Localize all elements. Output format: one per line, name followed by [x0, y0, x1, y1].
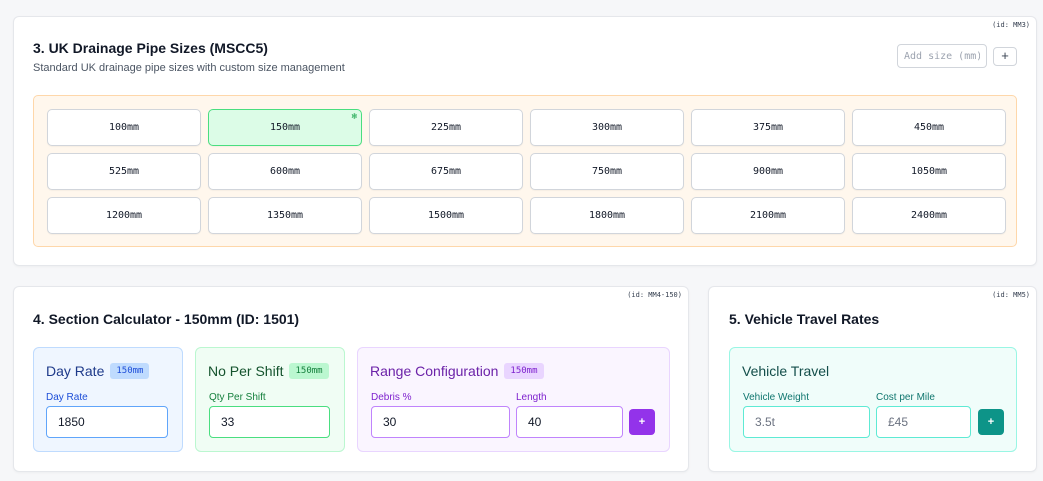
- pipe-size-label: 675mm: [430, 166, 462, 177]
- pipe-size-label: 1200mm: [105, 210, 143, 221]
- day-rate-label: Day Rate: [46, 392, 88, 403]
- cost-per-mile-label: Cost per Mile: [876, 392, 935, 403]
- pipe-size-button[interactable]: 100mm: [47, 109, 201, 146]
- vehicle-travel-panel-title: Vehicle Travel: [742, 363, 830, 379]
- day-rate-panel-title: Day Rate: [46, 363, 105, 379]
- pipe-size-label: 1350mm: [266, 210, 304, 221]
- qty-per-shift-label: Qty Per Shift: [209, 392, 266, 403]
- no-per-shift-panel-title: No Per Shift: [208, 363, 284, 379]
- size-badge: 150mm: [289, 363, 329, 379]
- pipe-size-button[interactable]: 750mm: [530, 153, 684, 190]
- pipe-size-label: 100mm: [108, 122, 140, 133]
- debris-label: Debris %: [371, 392, 412, 403]
- pipe-size-label: 525mm: [108, 166, 140, 177]
- pipe-size-label: 750mm: [591, 166, 623, 177]
- pipe-sizes-card: (id: MM3) 3. UK Drainage Pipe Sizes (MSC…: [13, 16, 1037, 266]
- add-vehicle-button[interactable]: +: [978, 409, 1004, 435]
- length-input[interactable]: [516, 406, 623, 438]
- pipe-size-button[interactable]: 900mm: [691, 153, 845, 190]
- range-configuration-panel: Range Configuration 150mm Debris % Lengt…: [357, 347, 670, 452]
- debris-input[interactable]: [371, 406, 510, 438]
- section-calculator-title: 4. Section Calculator - 150mm (ID: 1501): [33, 311, 300, 327]
- pipe-size-button[interactable]: 1350mm: [208, 197, 362, 234]
- qty-per-shift-input[interactable]: [209, 406, 330, 438]
- vehicle-weight-label: Vehicle Weight: [743, 392, 809, 403]
- pipe-size-button[interactable]: 1200mm: [47, 197, 201, 234]
- pipe-size-button[interactable]: 300mm: [530, 109, 684, 146]
- pipe-size-grid: 100mm 150mm ❄ 225mm 300mm 375mm 450mm 525mm 600m…: [47, 109, 1006, 234]
- pipe-size-label: 375mm: [752, 122, 784, 133]
- pipe-size-label: 150mm: [269, 122, 301, 133]
- pipe-size-button[interactable]: 1800mm: [530, 197, 684, 234]
- pipe-size-label: 900mm: [752, 166, 784, 177]
- pipe-size-button[interactable]: 1500mm: [369, 197, 523, 234]
- cost-per-mile-input[interactable]: [876, 406, 971, 438]
- vehicle-travel-title: 5. Vehicle Travel Rates: [729, 311, 880, 327]
- pipe-size-label: 2400mm: [910, 210, 948, 221]
- pipe-size-button[interactable]: 2100mm: [691, 197, 845, 234]
- size-badge: 150mm: [504, 363, 544, 379]
- pipe-size-label: 1500mm: [427, 210, 465, 221]
- size-badge: 150mm: [110, 363, 150, 379]
- pipe-size-button[interactable]: 450mm: [852, 109, 1006, 146]
- pipe-size-label: 1050mm: [910, 166, 948, 177]
- day-rate-panel: Day Rate 150mm Day Rate: [33, 347, 183, 452]
- vehicle-weight-input[interactable]: [743, 406, 870, 438]
- vehicle-travel-panel: Vehicle Travel Vehicle Weight Cost per M…: [729, 347, 1017, 452]
- card-id-label: (id: MM3): [992, 21, 1030, 29]
- section-calculator-card: (id: MM4-150) 4. Section Calculator - 15…: [13, 286, 689, 472]
- length-label: Length: [516, 392, 547, 403]
- pipe-size-label: 225mm: [430, 122, 462, 133]
- no-per-shift-panel: No Per Shift 150mm Qty Per Shift: [195, 347, 345, 452]
- pipe-size-button[interactable]: 375mm: [691, 109, 845, 146]
- pipe-size-button[interactable]: 2400mm: [852, 197, 1006, 234]
- pipe-size-label: 450mm: [913, 122, 945, 133]
- pipe-size-label: 1800mm: [588, 210, 626, 221]
- add-size-button[interactable]: +: [993, 47, 1017, 66]
- pipe-size-button[interactable]: 150mm ❄: [208, 109, 362, 146]
- vehicle-travel-card: (id: MM5) 5. Vehicle Travel Rates Vehicl…: [708, 286, 1037, 472]
- add-range-button[interactable]: +: [629, 409, 655, 435]
- range-configuration-title: Range Configuration: [370, 363, 499, 379]
- pipe-size-button[interactable]: 675mm: [369, 153, 523, 190]
- card-id-label: (id: MM5): [992, 291, 1030, 299]
- pipe-size-button[interactable]: 225mm: [369, 109, 523, 146]
- pipe-size-button[interactable]: 525mm: [47, 153, 201, 190]
- pipe-sizes-title: 3. UK Drainage Pipe Sizes (MSCC5): [33, 40, 268, 56]
- pipe-sizes-panel: 100mm 150mm ❄ 225mm 300mm 375mm 450mm 525mm 600m…: [33, 95, 1017, 247]
- add-size-input[interactable]: [897, 44, 987, 68]
- pipe-size-label: 300mm: [591, 122, 623, 133]
- card-id-label: (id: MM4-150): [627, 291, 682, 299]
- pipe-size-label: 2100mm: [749, 210, 787, 221]
- snowflake-icon: ❄: [351, 112, 357, 122]
- day-rate-input[interactable]: [46, 406, 168, 438]
- pipe-sizes-subtitle: Standard UK drainage pipe sizes with cus…: [33, 62, 345, 74]
- pipe-size-button[interactable]: 1050mm: [852, 153, 1006, 190]
- pipe-size-button[interactable]: 600mm: [208, 153, 362, 190]
- pipe-size-label: 600mm: [269, 166, 301, 177]
